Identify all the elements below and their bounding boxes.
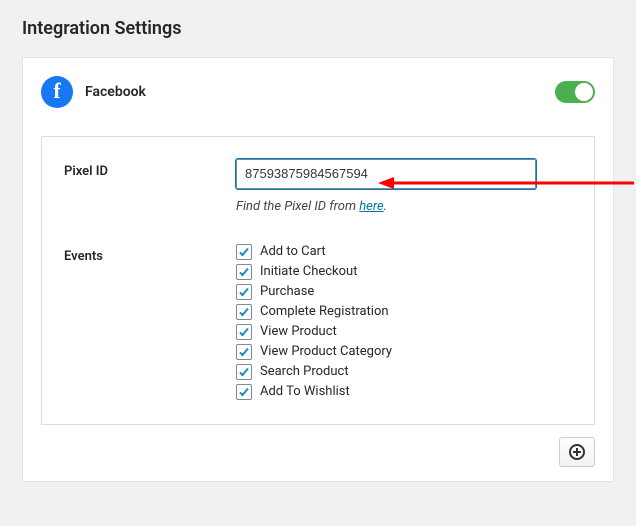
pixel-id-help: Find the Pixel ID from here. [236, 199, 572, 214]
pixel-id-input[interactable] [236, 159, 536, 189]
pixel-id-row: Pixel ID Find the Pixel ID from here. [64, 159, 572, 214]
event-checkbox[interactable] [236, 344, 252, 360]
event-item: Add To Wishlist [236, 384, 572, 400]
pixel-id-help-link[interactable]: here [359, 199, 383, 214]
check-icon [238, 306, 250, 318]
pixel-id-body: Find the Pixel ID from here. [236, 159, 572, 214]
event-checkbox[interactable] [236, 244, 252, 260]
event-checkbox[interactable] [236, 384, 252, 400]
event-label: Search Product [260, 364, 349, 379]
event-label: View Product [260, 324, 337, 339]
event-checkbox[interactable] [236, 324, 252, 340]
event-checkbox[interactable] [236, 264, 252, 280]
events-row: Events Add to Cart Initiate Checkout Purch… [64, 244, 572, 404]
event-item: Search Product [236, 364, 572, 380]
facebook-icon: f [41, 76, 73, 108]
plus-circle-icon [569, 444, 585, 460]
event-checkbox[interactable] [236, 284, 252, 300]
pixel-id-label: Pixel ID [64, 159, 236, 179]
event-item: View Product Category [236, 344, 572, 360]
add-integration-button[interactable] [559, 437, 595, 467]
panel-header: f Facebook [41, 76, 595, 108]
events-body: Add to Cart Initiate Checkout Purchase Comp… [236, 244, 572, 404]
event-checkbox[interactable] [236, 304, 252, 320]
enable-toggle[interactable] [555, 81, 595, 103]
check-icon [238, 346, 250, 358]
event-label: Add to Cart [260, 244, 326, 259]
event-checkbox[interactable] [236, 364, 252, 380]
integration-name: Facebook [85, 84, 146, 100]
event-item: View Product [236, 324, 572, 340]
toggle-knob [575, 83, 593, 101]
event-item: Add to Cart [236, 244, 572, 260]
check-icon [238, 326, 250, 338]
event-label: Purchase [260, 284, 314, 299]
help-prefix: Find the Pixel ID from [236, 199, 359, 214]
event-label: Add To Wishlist [260, 384, 350, 399]
panel-header-left: f Facebook [41, 76, 146, 108]
help-suffix: . [384, 199, 387, 214]
check-icon [238, 266, 250, 278]
panel-footer [41, 437, 595, 467]
integration-panel: f Facebook Pixel ID Find the Pixel ID fr… [22, 57, 614, 482]
event-label: Initiate Checkout [260, 264, 357, 279]
check-icon [238, 386, 250, 398]
page-title: Integration Settings [22, 18, 614, 39]
check-icon [238, 246, 250, 258]
event-label: View Product Category [260, 344, 392, 359]
event-item: Purchase [236, 284, 572, 300]
event-label: Complete Registration [260, 304, 389, 319]
check-icon [238, 286, 250, 298]
events-label: Events [64, 244, 236, 264]
event-item: Complete Registration [236, 304, 572, 320]
check-icon [238, 366, 250, 378]
event-item: Initiate Checkout [236, 264, 572, 280]
settings-box: Pixel ID Find the Pixel ID from here. Ev… [41, 136, 595, 425]
